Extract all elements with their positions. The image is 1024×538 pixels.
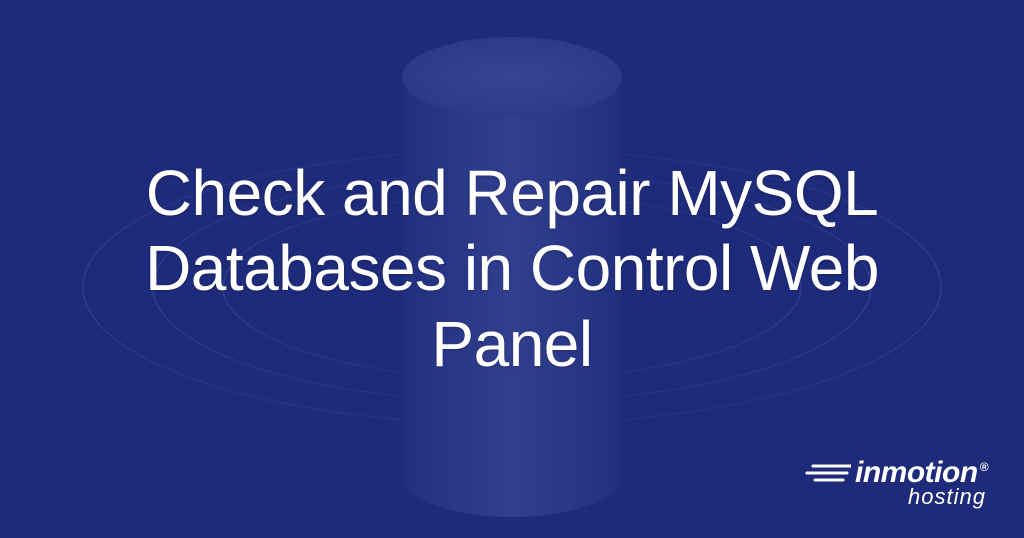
brand-logo: inmotion® hosting <box>803 456 988 510</box>
hero-banner: Check and Repair MySQL Databases in Cont… <box>0 0 1024 538</box>
hero-headline: Check and Repair MySQL Databases in Cont… <box>72 156 952 383</box>
speed-lines-icon <box>803 462 851 484</box>
logo-sub-text: hosting <box>908 484 986 510</box>
registered-mark: ® <box>980 460 988 474</box>
